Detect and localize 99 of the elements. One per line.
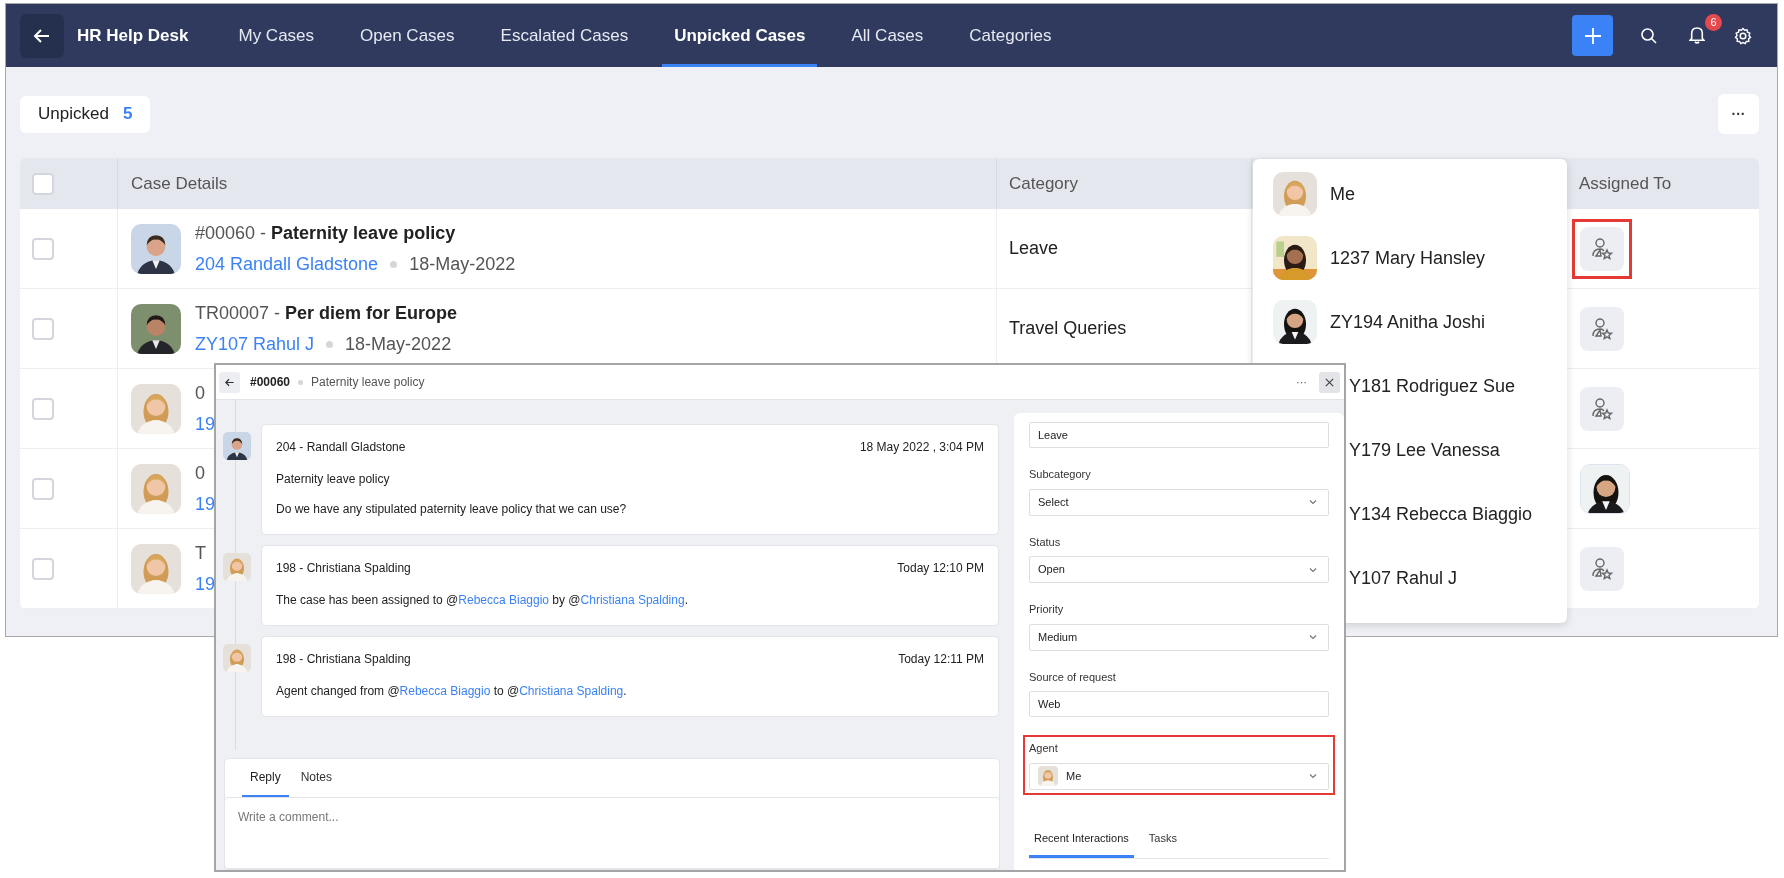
- checkbox[interactable]: [32, 477, 54, 500]
- plus-icon: [1582, 25, 1603, 46]
- view-label: Unpicked: [38, 103, 109, 126]
- nav-tab[interactable]: Unpicked Cases: [662, 4, 818, 67]
- back-arrow-icon: [224, 376, 235, 388]
- panel-tab[interactable]: Recent Interactions: [1029, 822, 1134, 858]
- assign-agent-button[interactable]: [1580, 386, 1624, 431]
- back-button[interactable]: [20, 13, 64, 58]
- person-star-icon: [1589, 395, 1615, 422]
- person-star-icon: [1589, 315, 1615, 342]
- case-id: #00060: [250, 374, 291, 391]
- person-star-icon: [1589, 235, 1615, 262]
- case-id: TR00007: [195, 301, 270, 325]
- case-subject: Paternity leave policy: [271, 221, 456, 245]
- input-field[interactable]: Web: [1029, 691, 1329, 717]
- chevron-down-icon: [1308, 632, 1318, 642]
- field-label: Subcategory: [1029, 467, 1092, 482]
- nav-tab[interactable]: Categories: [957, 4, 1064, 67]
- message-time: Today 12:11 PM: [898, 651, 984, 668]
- notification-badge: 6: [1705, 13, 1722, 31]
- message-time: Today 12:10 PM: [897, 560, 984, 577]
- checkbox[interactable]: [32, 557, 54, 580]
- column-header: Assigned To: [1579, 172, 1672, 195]
- mention-link[interactable]: Christiana Spalding: [580, 593, 685, 607]
- more-button[interactable]: ···: [1718, 94, 1759, 134]
- case-subject: Per diem for Europe: [285, 301, 458, 325]
- checkbox[interactable]: [32, 397, 54, 420]
- separator-dash: -: [274, 301, 281, 325]
- message-author: 198 - Christiana Spalding: [276, 560, 411, 577]
- dot-separator: [326, 340, 334, 348]
- message-time: 18 May 2022 , 3:04 PM: [859, 439, 984, 456]
- message-text: Paternity leave policy: [276, 471, 391, 488]
- assign-agent-button[interactable]: [1580, 306, 1624, 351]
- checkbox[interactable]: [32, 317, 54, 340]
- message-author: 204 - Randall Gladstone: [276, 439, 406, 456]
- settings-icon[interactable]: [1733, 25, 1753, 46]
- requester-link[interactable]: ZY107 Rahul J: [195, 330, 315, 358]
- mention-link[interactable]: Rebecca Biaggio: [458, 593, 550, 607]
- case-id: 0: [195, 461, 205, 485]
- separator-dash: -: [260, 221, 267, 245]
- dot-separator: [298, 379, 304, 385]
- case-subject: Paternity leave policy: [311, 374, 425, 391]
- menu-item[interactable]: 1237 Mary Hansley: [1253, 226, 1567, 290]
- dot-separator: [390, 260, 398, 268]
- field-label: Priority: [1029, 602, 1065, 617]
- requester-link[interactable]: 19: [195, 490, 216, 518]
- message-author: 198 - Christiana Spalding: [276, 651, 411, 668]
- search-icon[interactable]: [1639, 25, 1659, 46]
- requester-link[interactable]: 204 Randall Gladstone: [195, 250, 379, 278]
- field-label: Status: [1029, 534, 1062, 550]
- assign-agent-button[interactable]: [1580, 546, 1624, 591]
- comment-field[interactable]: Write a comment...: [224, 797, 1000, 869]
- assign-agent-button[interactable]: [1580, 226, 1624, 271]
- case-date: 18-May-2022: [409, 252, 516, 276]
- more-button[interactable]: ···: [1296, 373, 1307, 391]
- column-header: Category: [1009, 172, 1078, 195]
- nav-tab[interactable]: Open Cases: [348, 4, 467, 67]
- dropdown-field[interactable]: Medium: [1029, 623, 1329, 651]
- bell-icon[interactable]: [1689, 26, 1705, 45]
- chevron-down-icon: [1308, 497, 1318, 507]
- dropdown-field[interactable]: Select: [1029, 488, 1329, 516]
- case-date: 18-May-2022: [345, 332, 452, 356]
- menu-item[interactable]: Y179 Lee Vanessa: [1349, 418, 1567, 482]
- message-text: Do we have any stipulated paternity leave policy that we can use?: [276, 501, 628, 518]
- view-count: 5: [122, 103, 133, 126]
- case-id: T: [195, 541, 206, 565]
- reply-tab[interactable]: Notes: [292, 759, 341, 797]
- dropdown-field[interactable]: Open: [1029, 556, 1329, 583]
- nav-tab[interactable]: All Cases: [839, 4, 936, 67]
- requester-link[interactable]: 19: [195, 570, 216, 598]
- category-text: Leave: [1009, 237, 1059, 260]
- panel-tab[interactable]: Tasks: [1143, 822, 1182, 858]
- checkbox[interactable]: [32, 237, 54, 260]
- view-selector[interactable]: Unpicked 5: [20, 95, 151, 133]
- chevron-down-icon: [1308, 771, 1318, 781]
- field-label: Agent: [1029, 741, 1059, 756]
- case-id: 0: [195, 381, 205, 405]
- requester-link[interactable]: 19: [195, 410, 216, 438]
- menu-item[interactable]: Y107 Rahul J: [1349, 546, 1567, 610]
- column-header: Case Details: [131, 172, 228, 195]
- nav-tab[interactable]: Escalated Cases: [488, 4, 641, 67]
- app-title: HR Help Desk: [77, 24, 189, 47]
- dropdown-field[interactable]: Me: [1029, 762, 1329, 790]
- add-button[interactable]: [1572, 15, 1613, 56]
- person-star-icon: [1589, 555, 1615, 582]
- field-label: Source of request: [1029, 669, 1117, 685]
- input-field[interactable]: Leave: [1029, 422, 1329, 448]
- message-text: The case has been assigned to @Rebecca Biaggio by @Christiana Spalding.: [276, 592, 689, 609]
- back-button[interactable]: [219, 371, 240, 393]
- menu-item[interactable]: ZY194 Anitha Joshi: [1253, 290, 1567, 354]
- message-text: Agent changed from @Rebecca Biaggio to @Christiana Spalding.: [276, 683, 628, 700]
- checkbox[interactable]: [32, 172, 54, 195]
- close-icon: [1324, 376, 1335, 388]
- mention-link[interactable]: Rebecca Biaggio: [399, 684, 491, 698]
- close-button[interactable]: [1319, 371, 1340, 393]
- category-text: Travel Queries: [1009, 317, 1127, 340]
- menu-item[interactable]: Y134 Rebecca Biaggio: [1349, 482, 1567, 546]
- case-id: #00060: [195, 221, 256, 245]
- nav-tab[interactable]: My Cases: [226, 4, 327, 67]
